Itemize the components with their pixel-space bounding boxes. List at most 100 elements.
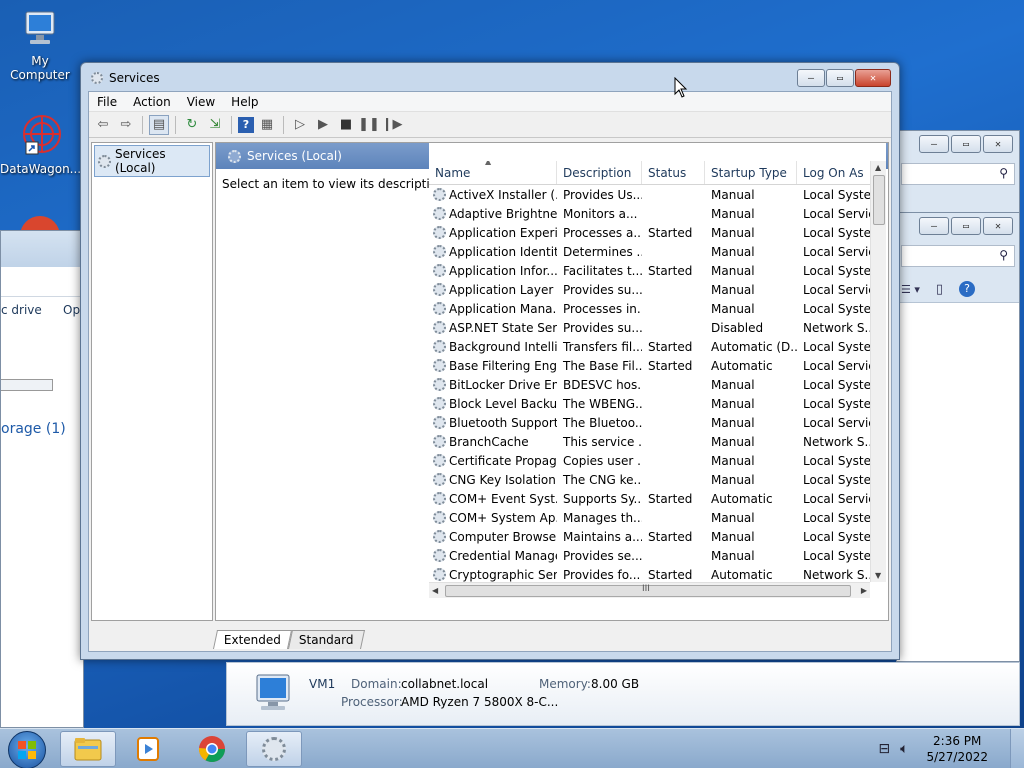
table-row[interactable]: Application Experi... Processes a... Start… <box>429 223 886 242</box>
export-list-icon[interactable]: ⇲ <box>205 115 225 135</box>
stop-service-icon[interactable]: ■ <box>336 115 356 135</box>
table-row[interactable]: Certificate Propag... Copies user ... Manu… <box>429 451 886 470</box>
tab-standard[interactable]: Standard <box>287 630 365 649</box>
table-row[interactable]: ASP.NET State Ser... Provides su... Disabl… <box>429 318 886 337</box>
close-button[interactable]: ✕ <box>855 69 891 87</box>
search-icon: ⚲ <box>999 248 1008 262</box>
restart-service-icon[interactable]: ❙▶ <box>382 115 403 135</box>
tab-extended[interactable]: Extended <box>212 630 293 649</box>
column-header-startup-type[interactable]: Startup Type <box>705 161 797 184</box>
minimize-icon[interactable]: – <box>919 135 949 153</box>
vertical-scroll-thumb[interactable] <box>873 175 885 225</box>
table-cell: Local Service <box>803 206 873 221</box>
vertical-scrollbar[interactable]: ▲ ▼ <box>870 161 886 582</box>
minimize-icon[interactable]: – <box>919 217 949 235</box>
menu-action[interactable]: Action <box>133 95 171 109</box>
column-header-description[interactable]: Description <box>557 161 642 184</box>
taskbar-explorer[interactable] <box>60 731 116 767</box>
pause-service-icon[interactable]: ❚❚ <box>358 115 380 135</box>
tree-node-services-local[interactable]: Services (Local) <box>94 145 210 177</box>
services-list[interactable]: Name ▲ Description Status Startup Type Lo… <box>429 143 886 598</box>
start-button[interactable] <box>8 731 46 768</box>
maximize-icon[interactable]: ▭ <box>951 217 981 235</box>
table-cell: Network S... <box>803 567 873 582</box>
column-header-log-on-as[interactable]: Log On As <box>797 161 873 184</box>
search-box[interactable]: ⚲ <box>901 245 1015 267</box>
list-header: Name ▲ Description Status Startup Type Lo… <box>429 161 886 185</box>
services-window[interactable]: Services – ▭ ✕ File Action View Help ⇦ ⇨… <box>80 62 900 660</box>
table-row[interactable]: Credential Manager Provides se... Manual Lo… <box>429 546 886 565</box>
back-icon[interactable]: ⇦ <box>93 115 113 135</box>
background-explorer-window[interactable]: c drive Ope orage (1) <box>0 230 87 728</box>
network-icon[interactable]: ⊟ <box>878 741 890 757</box>
table-row[interactable]: Base Filtering Engi... The Base Fil... Sta… <box>429 356 886 375</box>
search-box[interactable]: ⚲ <box>901 163 1015 185</box>
preview-pane-icon[interactable]: ▯ <box>936 282 943 297</box>
taskbar-chrome[interactable] <box>184 731 240 767</box>
scroll-right-icon[interactable]: ▶ <box>861 586 867 595</box>
show-hide-console-tree-icon[interactable]: ▤ <box>149 114 169 135</box>
table-row[interactable]: COM+ System Ap... Manages th... Manual Loca… <box>429 508 886 527</box>
horizontal-scrollbar[interactable]: ◀ III ▶ <box>429 582 870 598</box>
table-cell: Local Syste... <box>803 510 873 525</box>
show-desktop-button[interactable] <box>1010 729 1024 768</box>
column-header-name[interactable]: Name ▲ <box>429 161 557 184</box>
table-cell: The Bluetoo... <box>563 415 642 430</box>
table-cell: Started <box>648 491 693 506</box>
table-cell: Local Service <box>803 358 873 373</box>
maximize-icon[interactable]: ▭ <box>951 135 981 153</box>
table-row[interactable]: BranchCache This service ... Manual Network… <box>429 432 886 451</box>
help-icon[interactable]: ? <box>959 281 976 297</box>
properties-icon[interactable]: ▦ <box>257 115 277 135</box>
computer-icon <box>249 673 295 718</box>
table-row[interactable]: Application Mana... Processes in... Manual… <box>429 299 886 318</box>
close-icon[interactable]: ✕ <box>983 217 1013 235</box>
toolbar-separator <box>231 115 232 134</box>
table-cell: Started <box>648 567 693 582</box>
horizontal-scroll-thumb[interactable]: III <box>445 584 851 597</box>
scroll-up-icon[interactable]: ▲ <box>875 163 881 172</box>
close-icon[interactable]: ✕ <box>983 135 1013 153</box>
background-toolbar-item[interactable]: c drive <box>1 303 42 317</box>
desktop-icon-datawagon[interactable]: DataWagon... <box>0 112 81 176</box>
table-row[interactable]: Background Intelli... Transfers fil... Sta… <box>429 337 886 356</box>
table-cell: Local Service <box>803 415 873 430</box>
table-row[interactable]: ActiveX Installer (... Provides Us... Manu… <box>429 185 886 204</box>
table-row[interactable]: Block Level Backu... The WBENG... Manual Lo… <box>429 394 886 413</box>
toolbar-separator <box>175 115 176 134</box>
table-row[interactable]: Application Infor... Facilitates t... Star… <box>429 261 886 280</box>
table-row[interactable]: Application Identity Determines ... Manual… <box>429 242 886 261</box>
column-header-status[interactable]: Status <box>642 161 705 184</box>
table-row[interactable]: BitLocker Drive En... BDESVC hos... Manual… <box>429 375 886 394</box>
view-options-icon[interactable]: ☰ ▾ <box>901 283 920 296</box>
scroll-left-icon[interactable]: ◀ <box>432 586 438 595</box>
table-cell: ActiveX Installer (... <box>429 188 557 202</box>
taskbar-media-player[interactable] <box>120 731 176 767</box>
minimize-button[interactable]: – <box>797 69 825 87</box>
menu-view[interactable]: View <box>187 95 215 109</box>
volume-icon[interactable]: 🔈︎ <box>900 741 908 757</box>
help-icon[interactable]: ? <box>238 116 254 133</box>
table-row[interactable]: COM+ Event Syst... Supports Sy... Started A… <box>429 489 886 508</box>
table-row[interactable]: Bluetooth Support... The Bluetoo... Manual… <box>429 413 886 432</box>
desktop-icon-my-computer[interactable]: My Computer <box>0 8 80 82</box>
menu-file[interactable]: File <box>97 95 117 109</box>
background-window-2[interactable]: – ▭ ✕ ⚲ ☰ ▾ ▯ ? <box>896 212 1020 662</box>
table-row[interactable]: Adaptive Brightness Monitors a... Manual Lo… <box>429 204 886 223</box>
refresh-icon[interactable]: ↻ <box>182 115 202 135</box>
menu-help[interactable]: Help <box>231 95 258 109</box>
start-service-icon[interactable]: ▷ <box>290 115 310 135</box>
taskbar-services[interactable] <box>246 731 302 767</box>
table-cell: Local Syste... <box>803 263 873 278</box>
forward-icon[interactable]: ⇨ <box>116 115 136 135</box>
table-row[interactable]: Computer Browser Maintains a... Started Man… <box>429 527 886 546</box>
table-row[interactable]: CNG Key Isolation The CNG ke... Manual Loca… <box>429 470 886 489</box>
start-service-alt-icon[interactable]: ▶ <box>313 115 333 135</box>
scroll-down-icon[interactable]: ▼ <box>875 571 881 580</box>
processor-value: AMD Ryzen 7 5800X 8-C... <box>401 695 559 709</box>
background-window-1[interactable]: – ▭ ✕ ⚲ <box>896 130 1020 220</box>
clock[interactable]: 2:36 PM 5/27/2022 <box>926 733 988 765</box>
table-row[interactable]: Application Layer ... Provides su... Manua… <box>429 280 886 299</box>
service-gear-icon <box>433 530 446 543</box>
maximize-button[interactable]: ▭ <box>826 69 854 87</box>
